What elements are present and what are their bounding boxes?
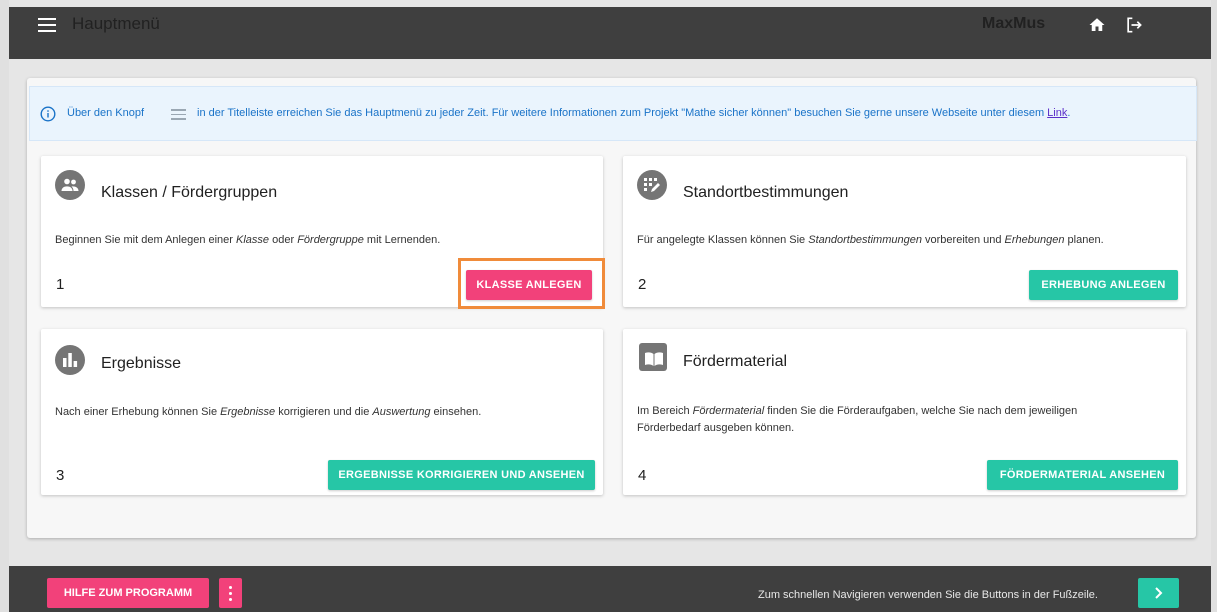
menu-title[interactable]: Hauptmenü bbox=[72, 14, 160, 34]
card-number: 1 bbox=[56, 276, 65, 293]
menu-icon bbox=[171, 109, 186, 120]
plan-grid-icon bbox=[637, 170, 667, 200]
card-description: Im Bereich Fördermaterial finden Sie die… bbox=[637, 405, 1078, 434]
card-description: Für angelegte Klassen können Sie Standor… bbox=[637, 234, 1104, 246]
footer-hint: Zum schnellen Navigieren verwenden Sie d… bbox=[758, 589, 1098, 601]
info-link[interactable]: Link bbox=[1047, 107, 1067, 119]
info-text-end: . bbox=[1067, 107, 1071, 119]
help-button[interactable]: HILFE ZUM PROGRAMM bbox=[47, 578, 209, 608]
card-number: 3 bbox=[56, 467, 65, 484]
info-icon bbox=[40, 106, 56, 122]
card-number: 2 bbox=[638, 276, 647, 293]
card-title: Standortbestimmungen bbox=[683, 184, 849, 201]
card-title: Ergebnisse bbox=[101, 355, 182, 372]
card-number: 4 bbox=[638, 467, 647, 484]
chevron-right-icon[interactable] bbox=[1138, 578, 1179, 608]
user-name: MaxMus bbox=[982, 15, 1046, 32]
logout-icon[interactable] bbox=[1124, 15, 1144, 35]
foerdermaterial-ansehen-button[interactable]: FÖRDERMATERIAL ANSEHEN bbox=[987, 460, 1178, 490]
erhebung-anlegen-button[interactable]: ERHEBUNG ANLEGEN bbox=[1029, 270, 1178, 300]
card-foerdermaterial: Fördermaterial Im Bereich Fördermaterial… bbox=[623, 329, 1186, 495]
home-icon[interactable] bbox=[1088, 16, 1106, 34]
info-text-body: in der Titelleiste erreichen Sie das Hau… bbox=[197, 107, 1048, 119]
hamburger-menu-icon[interactable] bbox=[38, 18, 56, 32]
info-text: in der Titelleiste erreichen Sie das Hau… bbox=[197, 107, 1070, 119]
card-description: Nach einer Erhebung können Sie Ergebniss… bbox=[55, 406, 482, 418]
group-icon bbox=[55, 170, 85, 200]
info-banner: Über den Knopf in der Titelleiste erreic… bbox=[29, 86, 1197, 141]
card-title: Klassen / Fördergruppen bbox=[101, 184, 278, 201]
more-options-icon[interactable] bbox=[219, 578, 242, 608]
bar-chart-icon bbox=[55, 345, 85, 375]
book-icon bbox=[639, 343, 667, 371]
highlight-box bbox=[458, 258, 605, 309]
card-ergebnisse: Ergebnisse Nach einer Erhebung können Si… bbox=[41, 329, 603, 495]
ergebnisse-korrigieren-button[interactable]: ERGEBNISSE KORRIGIEREN UND ANSEHEN bbox=[328, 460, 595, 490]
card-standortbestimmungen: Standortbestimmungen Für angelegte Klass… bbox=[623, 156, 1186, 307]
info-text-start: Über den Knopf bbox=[67, 107, 145, 119]
card-description: Beginnen Sie mit dem Anlegen einer Klass… bbox=[55, 234, 441, 246]
card-title: Fördermaterial bbox=[683, 353, 788, 370]
